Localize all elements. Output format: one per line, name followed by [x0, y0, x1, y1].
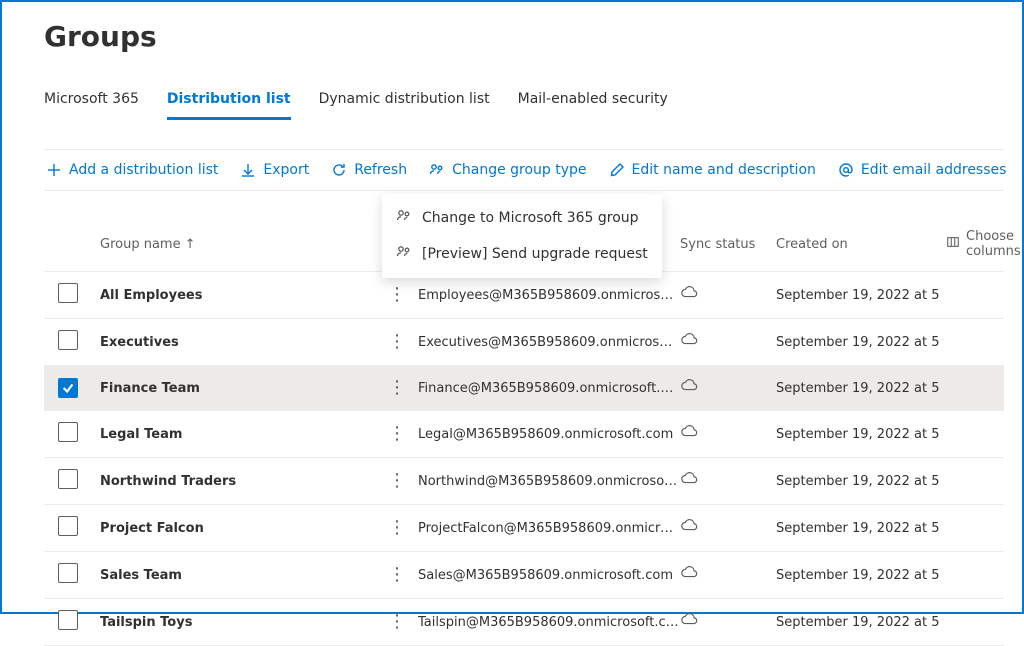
group-name-cell[interactable]: All Employees	[100, 288, 388, 303]
columns-icon	[946, 235, 960, 253]
choose-columns-label: Choose columns	[966, 229, 1021, 259]
created-on-cell: September 19, 2022 at 5	[776, 615, 946, 630]
sync-status-cell	[680, 284, 776, 306]
export-button[interactable]: Export	[238, 158, 311, 182]
col-name-label: Group name	[100, 237, 181, 252]
group-email-cell: Employees@M365B958609.onmicrosoft.com	[418, 288, 680, 303]
row-checkbox[interactable]	[58, 563, 78, 583]
plus-icon	[46, 162, 62, 178]
tab-mail-enabled-security[interactable]: Mail-enabled security	[518, 85, 668, 120]
row-checkbox[interactable]	[58, 378, 78, 398]
group-name-cell[interactable]: Northwind Traders	[100, 474, 388, 489]
row-more-actions-icon[interactable]: ⋮	[388, 284, 406, 305]
sync-status-cell	[680, 331, 776, 353]
edit-name-label: Edit name and description	[632, 162, 816, 178]
table-row[interactable]: Finance Team⋮ Finance@M365B958609.onmicro…	[44, 366, 1004, 411]
group-email-cell: Finance@M365B958609.onmicrosoft.com	[418, 381, 680, 396]
table-row[interactable]: Northwind Traders⋮ Northwind@M365B958609.…	[44, 458, 1004, 505]
dropdown-opt2-label: [Preview] Send upgrade request	[422, 246, 648, 262]
sync-status-cell	[680, 423, 776, 445]
row-checkbox[interactable]	[58, 516, 78, 536]
tab-dynamic-distribution[interactable]: Dynamic distribution list	[319, 85, 490, 120]
row-more-actions-icon[interactable]: ⋮	[388, 611, 406, 632]
people-swap-icon	[429, 162, 445, 178]
group-email-cell: ProjectFalcon@M365B958609.onmicrosoft.co…	[418, 521, 680, 536]
table-row[interactable]: Sales Team⋮ Sales@M365B958609.onmicrosoft…	[44, 552, 1004, 599]
group-email-cell: Sales@M365B958609.onmicrosoft.com	[418, 568, 680, 583]
row-checkbox[interactable]	[58, 330, 78, 350]
download-icon	[240, 162, 256, 178]
edit-email-label: Edit email addresses	[861, 162, 1007, 178]
group-email-cell: Tailspin@M365B958609.onmicrosoft.com	[418, 615, 680, 630]
row-checkbox[interactable]	[58, 422, 78, 442]
row-more-actions-icon[interactable]: ⋮	[388, 470, 406, 491]
table-row[interactable]: Legal Team⋮ Legal@M365B958609.onmicrosoft…	[44, 411, 1004, 458]
column-header-group-name[interactable]: Group name ↑	[100, 237, 388, 252]
tab-microsoft-365[interactable]: Microsoft 365	[44, 85, 139, 120]
sync-status-cell	[680, 377, 776, 399]
people-swap-icon	[396, 244, 412, 264]
sync-status-cell	[680, 564, 776, 586]
group-email-cell: Northwind@M365B958609.onmicrosoft.com	[418, 474, 680, 489]
refresh-button[interactable]: Refresh	[329, 158, 409, 182]
created-on-cell: September 19, 2022 at 5	[776, 568, 946, 583]
tab-distribution-list[interactable]: Distribution list	[167, 85, 291, 120]
change-to-m365-option[interactable]: Change to Microsoft 365 group	[382, 200, 662, 236]
group-name-cell[interactable]: Legal Team	[100, 427, 388, 442]
sort-ascending-icon: ↑	[185, 237, 196, 252]
group-name-cell[interactable]: Sales Team	[100, 568, 388, 583]
edit-email-addresses-button[interactable]: Edit email addresses	[836, 158, 1009, 182]
group-email-cell: Legal@M365B958609.onmicrosoft.com	[418, 427, 680, 442]
refresh-icon	[331, 162, 347, 178]
command-toolbar: Add a distribution list Export Refresh C…	[44, 158, 1004, 182]
row-more-actions-icon[interactable]: ⋮	[388, 331, 406, 352]
edit-name-description-button[interactable]: Edit name and description	[607, 158, 818, 182]
table-row[interactable]: Executives⋮ Executives@M365B958609.onmicr…	[44, 319, 1004, 366]
table-row[interactable]: Tailspin Toys⋮ Tailspin@M365B958609.onmic…	[44, 599, 1004, 646]
sync-status-cell	[680, 470, 776, 492]
change-group-type-menu: Change to Microsoft 365 group [Preview] …	[382, 194, 662, 278]
group-name-cell[interactable]: Executives	[100, 335, 388, 350]
add-label: Add a distribution list	[69, 162, 218, 178]
sync-status-cell	[680, 611, 776, 633]
send-upgrade-request-option[interactable]: [Preview] Send upgrade request	[382, 236, 662, 272]
add-distribution-list-button[interactable]: Add a distribution list	[44, 158, 220, 182]
refresh-label: Refresh	[354, 162, 407, 178]
people-swap-icon	[396, 208, 412, 228]
group-name-cell[interactable]: Finance Team	[100, 381, 388, 396]
dropdown-opt1-label: Change to Microsoft 365 group	[422, 210, 639, 226]
created-on-cell: September 19, 2022 at 5	[776, 427, 946, 442]
change-type-label: Change group type	[452, 162, 586, 178]
table-row[interactable]: Project Falcon⋮ ProjectFalcon@M365B958609…	[44, 505, 1004, 552]
created-on-cell: September 19, 2022 at 5	[776, 288, 946, 303]
row-more-actions-icon[interactable]: ⋮	[388, 564, 406, 585]
pencil-icon	[609, 162, 625, 178]
created-on-cell: September 19, 2022 at 5	[776, 381, 946, 396]
choose-columns-button[interactable]: Choose columns	[946, 229, 1021, 259]
created-on-cell: September 19, 2022 at 5	[776, 474, 946, 489]
tabs-bar: Microsoft 365 Distribution list Dynamic …	[44, 85, 1004, 121]
group-email-cell: Executives@M365B958609.onmicrosoft.com	[418, 335, 680, 350]
table-row[interactable]: All Employees⋮ Employees@M365B958609.onmi…	[44, 272, 1004, 319]
row-more-actions-icon[interactable]: ⋮	[388, 517, 406, 538]
created-on-cell: September 19, 2022 at 5	[776, 521, 946, 536]
row-checkbox[interactable]	[58, 469, 78, 489]
change-group-type-button[interactable]: Change group type	[427, 158, 588, 182]
row-checkbox[interactable]	[58, 283, 78, 303]
column-header-sync-status[interactable]: Sync status	[680, 237, 776, 252]
created-on-cell: September 19, 2022 at 5	[776, 335, 946, 350]
row-more-actions-icon[interactable]: ⋮	[388, 423, 406, 444]
at-sign-icon	[838, 162, 854, 178]
group-name-cell[interactable]: Project Falcon	[100, 521, 388, 536]
group-name-cell[interactable]: Tailspin Toys	[100, 615, 388, 630]
page-title: Groups	[44, 20, 1004, 53]
column-header-created-on[interactable]: Created on	[776, 237, 946, 252]
row-more-actions-icon[interactable]: ⋮	[388, 377, 406, 398]
row-checkbox[interactable]	[58, 610, 78, 630]
export-label: Export	[263, 162, 309, 178]
sync-status-cell	[680, 517, 776, 539]
